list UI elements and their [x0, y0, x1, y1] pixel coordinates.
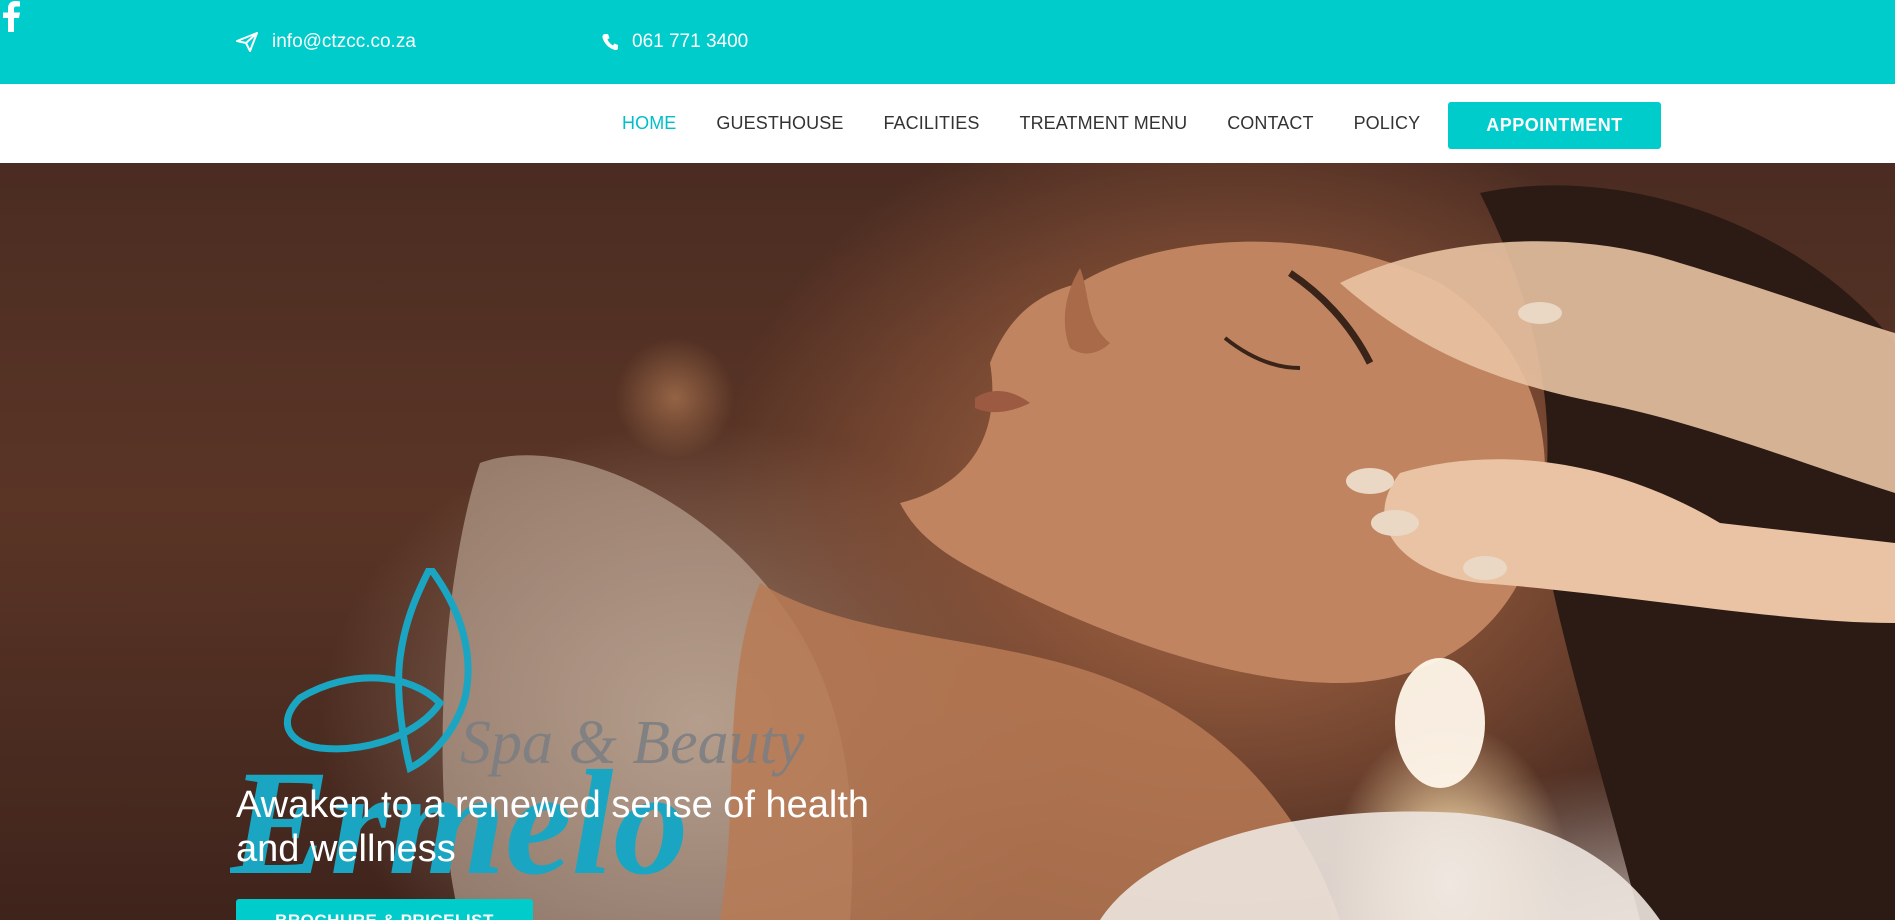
- email-contact[interactable]: info@ctzcc.co.za: [236, 0, 416, 84]
- facebook-icon[interactable]: [0, 0, 22, 32]
- phone-text[interactable]: 061 771 3400: [632, 31, 748, 53]
- nav-item-treatment-menu[interactable]: TREATMENT MENU: [1019, 113, 1187, 134]
- hero-banner: Spa & Beauty Ermelo Awaken to a renewed …: [0, 163, 1895, 920]
- email-text[interactable]: info@ctzcc.co.za: [272, 31, 416, 53]
- nav-item-home[interactable]: HOME: [622, 113, 676, 134]
- brochure-pricelist-button[interactable]: BROCHURE & PRICELIST: [236, 899, 533, 920]
- hero-tagline: Awaken to a renewed sense of health and …: [236, 784, 870, 870]
- appointment-button[interactable]: APPOINTMENT: [1448, 102, 1661, 149]
- paper-plane-icon: [236, 32, 258, 52]
- nav-item-guesthouse[interactable]: GUESTHOUSE: [716, 113, 843, 134]
- top-contact-bar: info@ctzcc.co.za 061 771 3400: [0, 0, 1895, 84]
- phone-icon: [602, 33, 618, 51]
- nav-item-contact[interactable]: CONTACT: [1227, 113, 1313, 134]
- nav-item-facilities[interactable]: FACILITIES: [883, 113, 979, 134]
- nav-item-policy[interactable]: POLICY: [1354, 113, 1421, 134]
- nav-menu: HOME GUESTHOUSE FACILITIES TREATMENT MEN…: [622, 84, 1460, 163]
- phone-contact[interactable]: 061 771 3400: [602, 0, 748, 84]
